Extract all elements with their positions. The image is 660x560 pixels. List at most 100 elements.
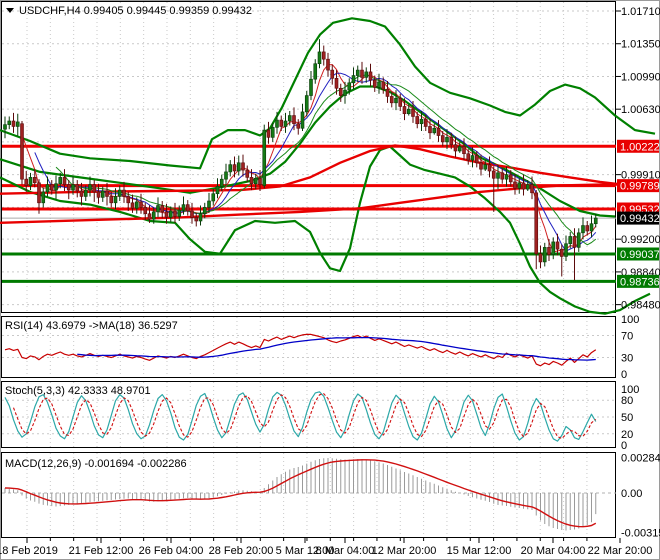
candle-body	[449, 137, 454, 145]
main-chart-area[interactable]	[1, 1, 616, 313]
candle-body	[32, 177, 37, 184]
candle-body	[479, 162, 483, 170]
candle-body	[423, 118, 428, 127]
candle-body	[508, 174, 513, 183]
price-marker-text: 0.99037	[620, 249, 660, 261]
price-marker-support: 0.99037	[617, 247, 660, 261]
candle-body	[419, 118, 424, 125]
price-marker-resistance: 1.00222	[617, 139, 660, 153]
time-axis-label: 12 Mar 20:00	[372, 545, 437, 557]
price-marker-text: 0.98736	[620, 276, 660, 288]
time-axis-label: 26 Feb 04:00	[139, 545, 204, 557]
candle-body	[542, 247, 547, 263]
candle-body	[266, 129, 271, 138]
candle-body	[309, 78, 313, 96]
rsi-scale-label: 0	[621, 369, 627, 381]
candle-body	[219, 178, 224, 187]
time-axis-label: 20 Mar 04:00	[521, 545, 586, 557]
candle-body	[453, 144, 458, 152]
candle-body	[24, 178, 29, 186]
candle-body	[381, 81, 386, 90]
candle-body	[100, 190, 105, 198]
candle-body	[75, 184, 80, 192]
candle-body	[181, 204, 186, 211]
candle-body	[241, 162, 245, 171]
candle-body	[534, 192, 539, 255]
macd-scale-label: 0.002849	[621, 452, 660, 464]
candle-body	[513, 181, 517, 189]
candle-body	[20, 123, 24, 180]
candle-body	[338, 87, 343, 96]
candle-body	[117, 189, 122, 197]
candle-body	[551, 241, 556, 255]
candle-body	[389, 96, 394, 104]
candle-body	[385, 88, 390, 97]
candle-body	[92, 184, 97, 193]
rsi-scale-label: 100	[621, 314, 639, 326]
candle-body	[398, 97, 403, 107]
candle-body	[96, 191, 101, 198]
candle-body	[202, 207, 207, 215]
price-marker-current: 0.99432	[617, 211, 660, 225]
candle-body	[581, 225, 585, 234]
time-axis-label: 8 Mar 04:00	[316, 545, 375, 557]
candle-body	[457, 146, 462, 152]
candle-body	[436, 127, 441, 136]
candle-body	[326, 58, 330, 71]
candle-body	[253, 177, 258, 185]
candle-body	[258, 177, 262, 185]
candle-body	[351, 75, 356, 84]
candle-body	[547, 247, 551, 255]
candle-body	[394, 97, 398, 104]
candle-body	[156, 205, 160, 213]
candle-body	[334, 77, 339, 89]
candle-body	[185, 204, 190, 212]
candle-body	[262, 129, 267, 186]
candle-body	[287, 115, 292, 122]
candle-body	[415, 116, 420, 125]
price-axis-label: 0.99200	[621, 234, 660, 246]
candle-body	[207, 200, 211, 208]
candle-body	[105, 190, 109, 197]
candle-body	[445, 137, 449, 143]
candle-body	[343, 89, 347, 96]
candle-body	[496, 172, 500, 179]
candle-body	[589, 223, 594, 232]
candle-body	[249, 177, 254, 185]
rsi-scale-label: 30	[621, 353, 633, 365]
candle-body	[245, 169, 250, 178]
candle-body	[143, 207, 148, 215]
stoch-scale-label: 50	[621, 412, 633, 424]
candle-body	[538, 253, 543, 263]
candle-body	[164, 211, 169, 218]
candle-body	[66, 184, 71, 191]
candle-body	[521, 182, 526, 190]
candle-body	[194, 217, 199, 222]
candle-body	[585, 225, 590, 232]
candle-body	[504, 174, 509, 180]
candle-body	[462, 146, 466, 155]
candle-body	[79, 190, 84, 197]
candle-body	[54, 183, 58, 191]
candle-body	[232, 164, 237, 172]
candle-body	[279, 119, 284, 127]
candle-body	[321, 51, 326, 60]
macd-scale-label: -0.003158	[621, 527, 660, 539]
candle-body	[300, 111, 305, 129]
candle-body	[160, 205, 165, 213]
candle-body	[483, 164, 488, 170]
candle-body	[45, 184, 50, 193]
stoch-scale-label: 20	[621, 429, 633, 441]
candle-body	[49, 184, 54, 191]
chart-title: USDCHF,H4 0.99405 0.99445 0.99359 0.9943…	[19, 5, 252, 17]
candle-body	[62, 177, 67, 185]
macd-scale-label: 0.00	[621, 488, 642, 500]
candle-body	[470, 155, 475, 161]
candle-body	[517, 182, 522, 189]
candle-body	[530, 184, 534, 194]
candle	[20, 121, 24, 185]
candle-body	[168, 210, 173, 218]
candle-body	[500, 172, 505, 180]
stoch-label: Stoch(5,3,3) 42.3333 48.9701	[5, 385, 151, 397]
candle-body	[211, 193, 216, 202]
